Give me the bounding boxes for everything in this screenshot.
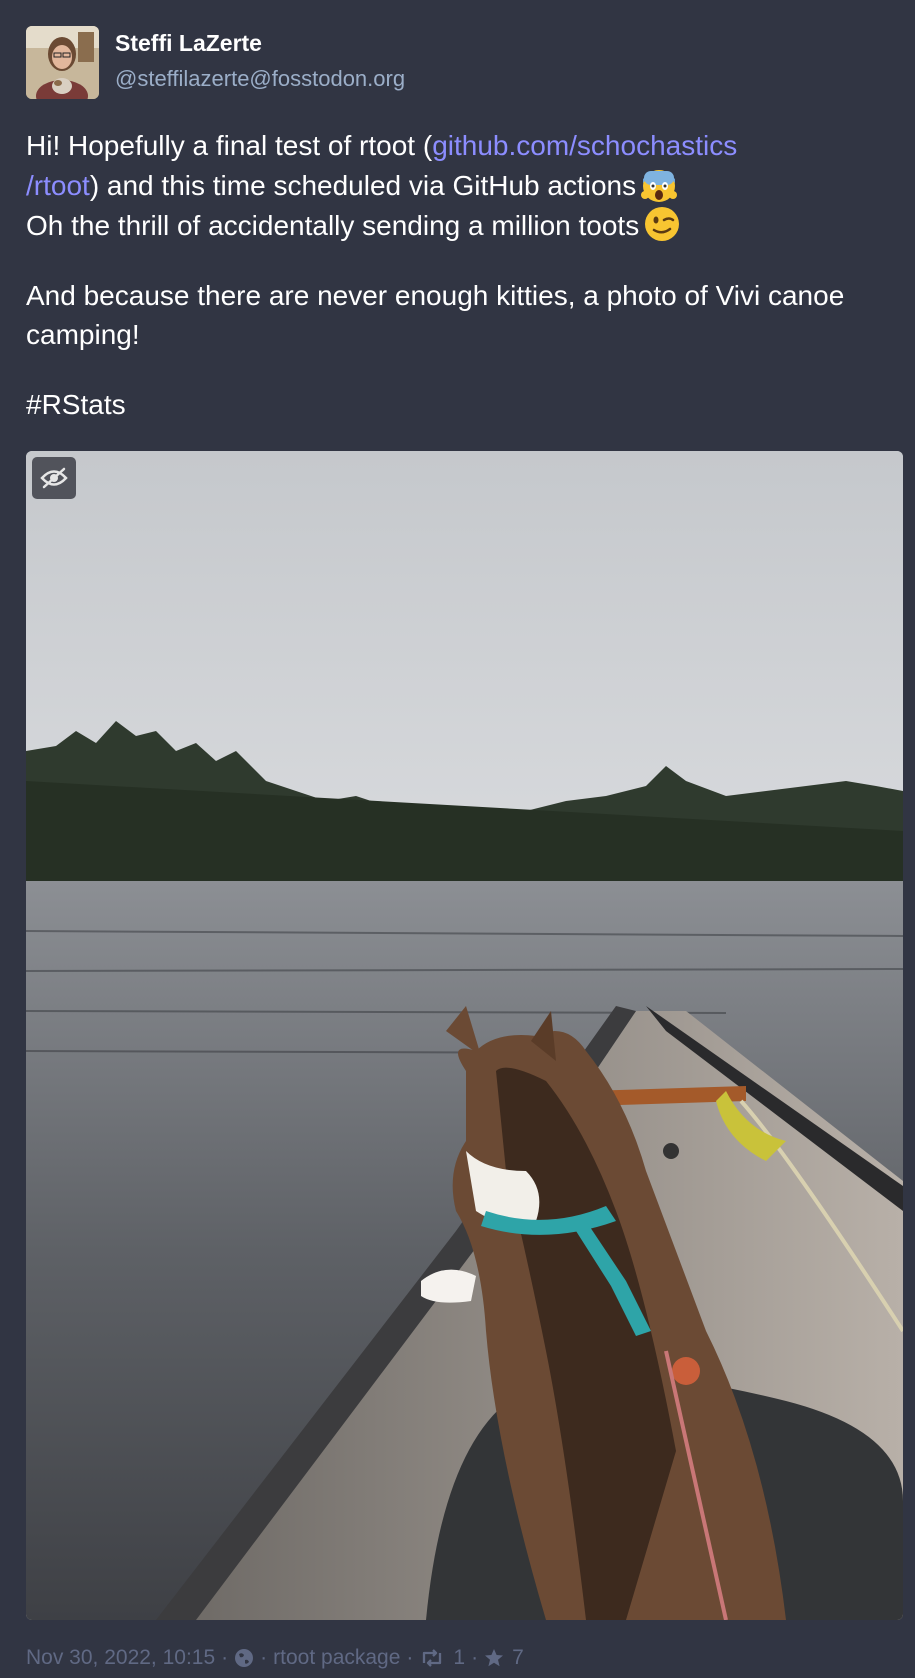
scream-emoji-icon [640, 165, 678, 203]
globe-icon [234, 1648, 254, 1668]
eye-slash-icon [40, 467, 68, 489]
text-segment: Hi! Hopefully a final test of rtoot ( [26, 130, 433, 161]
star-icon[interactable] [484, 1648, 504, 1668]
media-attachment[interactable] [26, 451, 903, 1620]
separator: · [471, 1646, 479, 1669]
avatar[interactable] [26, 26, 99, 99]
separator: · [221, 1646, 229, 1669]
retweet-icon[interactable] [419, 1649, 445, 1667]
separator: · [406, 1646, 414, 1669]
text-segment: ) and this time scheduled via GitHub act… [89, 170, 637, 201]
link-part-2[interactable]: /rtoot [26, 170, 90, 201]
wink-emoji-icon [643, 205, 681, 243]
status-card: Steffi LaZerte @steffilazerte@fosstodon.… [0, 0, 915, 1678]
status-meta: Nov 30, 2022, 10:15 · · rtoot package · … [26, 1646, 524, 1670]
link-part-1[interactable]: github.com/schochastics [432, 130, 737, 161]
status-content: Hi! Hopefully a final test of rtoot (git… [26, 126, 886, 455]
text-segment: Oh the thrill of accidentally sending a … [26, 210, 640, 241]
favourite-count: 7 [512, 1646, 524, 1669]
hide-media-button[interactable] [32, 457, 76, 499]
avatar-image [26, 26, 99, 99]
boost-count: 1 [453, 1646, 466, 1669]
author-display-name[interactable]: Steffi LaZerte [115, 30, 262, 57]
separator: · [260, 1646, 268, 1669]
hashtag-link[interactable]: #RStats [26, 389, 126, 420]
cat-canoe-photo [26, 451, 903, 1620]
author-handle[interactable]: @steffilazerte@fosstodon.org [115, 66, 405, 92]
paragraph-2: And because there are never enough kitti… [26, 280, 845, 350]
status-timestamp[interactable]: Nov 30, 2022, 10:15 [26, 1646, 215, 1670]
application-name[interactable]: rtoot package [273, 1646, 400, 1670]
paragraph-3: #RStats [26, 385, 886, 424]
paragraph-1: Hi! Hopefully a final test of rtoot (git… [26, 126, 886, 245]
